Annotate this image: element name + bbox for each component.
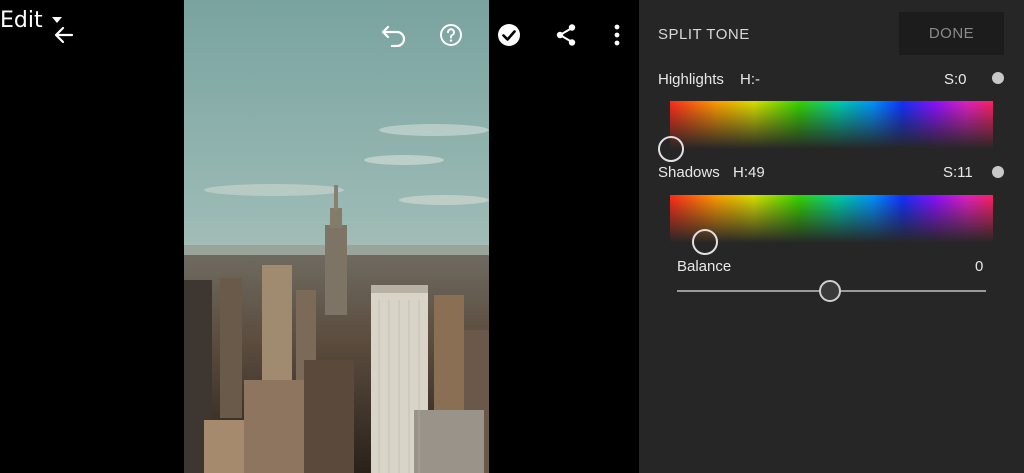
shadows-hue-value: H:49 [733, 164, 765, 181]
apply-button[interactable] [489, 15, 529, 55]
undo-icon [381, 25, 406, 47]
panel-title: SPLIT TONE [658, 26, 750, 43]
shadows-saturation-value: S:11 [943, 164, 973, 181]
shadows-color-swatch[interactable] [992, 166, 1004, 178]
highlights-color-swatch[interactable] [992, 72, 1004, 84]
highlights-hue-value: H:- [740, 71, 760, 88]
highlights-label: Highlights [658, 71, 724, 88]
shadows-hue-picker[interactable] [670, 195, 993, 243]
highlights-saturation-value: S:0 [944, 71, 967, 88]
edit-mode-label: Edit [0, 7, 43, 33]
share-icon [556, 24, 576, 46]
highlights-hue-picker[interactable] [670, 101, 993, 149]
more-options-button[interactable] [597, 15, 637, 55]
balance-value: 0 [975, 258, 984, 275]
split-tone-panel: SPLIT TONE DONE Highlights H:- S:0 Shado… [639, 0, 1024, 473]
back-button[interactable] [44, 15, 84, 55]
more-vertical-icon [614, 24, 620, 46]
done-button[interactable]: DONE [899, 12, 1004, 55]
photo-canvas[interactable] [184, 0, 489, 473]
shadows-label: Shadows [658, 164, 720, 181]
highlights-picker-handle[interactable] [658, 136, 684, 162]
undo-button[interactable] [374, 15, 414, 55]
balance-label: Balance [677, 258, 732, 275]
balance-slider-thumb[interactable] [819, 280, 841, 302]
help-button[interactable] [431, 15, 471, 55]
saturation-fade [670, 195, 993, 243]
help-circle-icon [440, 24, 462, 46]
share-button[interactable] [546, 15, 586, 55]
shadows-picker-handle[interactable] [692, 229, 718, 255]
check-circle-icon [498, 24, 520, 46]
saturation-fade [670, 101, 993, 149]
arrow-left-icon [54, 26, 74, 44]
city-skyline-photo [184, 0, 489, 473]
photo-editor-area: Edit [0, 0, 639, 473]
